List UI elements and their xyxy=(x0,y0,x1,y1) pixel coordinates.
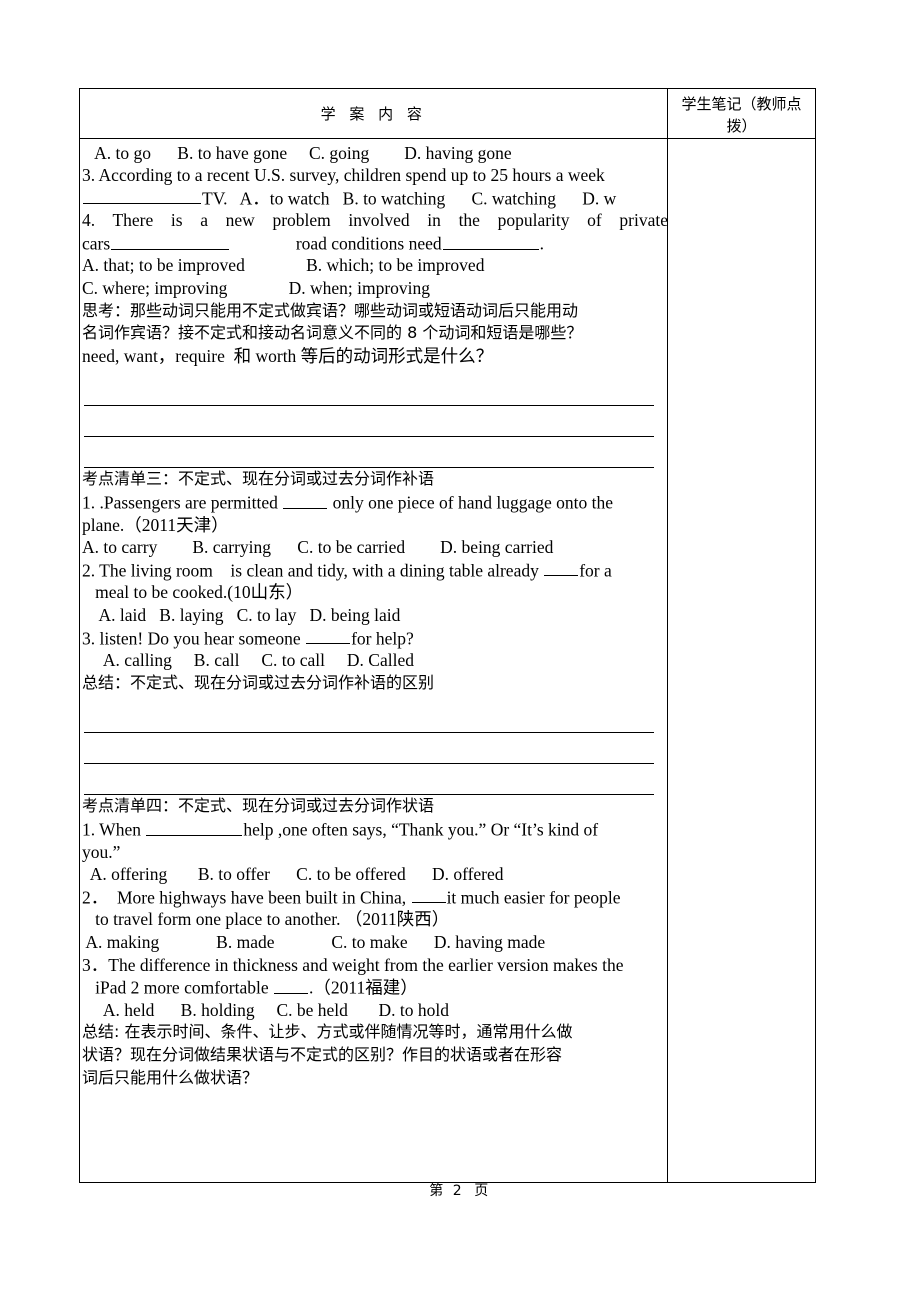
s4-question-2-stem: 2． More highways have been built in Chin… xyxy=(82,886,667,909)
blank-s3-q2[interactable] xyxy=(544,559,579,577)
footer-prefix: 第 xyxy=(429,1183,446,1199)
s4-question-1-options: A. offering B. to offer C. to be offered… xyxy=(82,864,504,885)
s3-answer-rule-3[interactable] xyxy=(84,764,654,796)
s4-q3-text-b: iPad 2 more comfortable xyxy=(82,977,273,998)
s3-question-1-stem: 1. .Passengers are permitted only one pi… xyxy=(82,491,667,514)
question-3-options: TV. A．to watch B. to watching C. watchin… xyxy=(82,187,667,210)
section-4-title: 考点清单四：不定式、现在分词或过去分词作状语 xyxy=(82,796,435,816)
blank-q4-2[interactable] xyxy=(442,232,539,250)
s3-q3-text-a: 3. listen! Do you hear someone xyxy=(82,628,306,649)
think-prompt-line-3: need, want，require 和 worth 等后的动词形式是什么？ xyxy=(82,345,494,366)
s3-question-3-options: A. calling B. call C. to call D. Called xyxy=(82,650,414,671)
s4-question-2-options: A. making B. made C. to make D. having m… xyxy=(82,931,546,952)
s3-question-2-stem: 2. The living room is clean and tidy, wi… xyxy=(82,559,667,582)
blank-s4-q1[interactable] xyxy=(146,818,243,836)
content-cell: A. to go B. to have gone C. going D. hav… xyxy=(79,137,668,1183)
worksheet-page: 学 案 内 容 学生笔记（教师点拨） A. to go B. to have g… xyxy=(0,0,920,1302)
s4-question-1-stem-line2: you.” xyxy=(82,841,121,862)
table-body-row: A. to go B. to have gone C. going D. hav… xyxy=(79,137,816,1183)
header-cell-content: 学 案 内 容 xyxy=(79,88,668,139)
s3-answer-rule-1[interactable] xyxy=(84,702,654,734)
s3-q3-text-b: for help? xyxy=(351,628,414,649)
question-4-options-cd: C. where; improving D. when; improving xyxy=(82,278,431,299)
s4-question-2-stem-line2: to travel form one place to another. （20… xyxy=(82,909,450,930)
s4-q3-text-c: .（2011福建） xyxy=(309,977,418,998)
blank-s3-q3[interactable] xyxy=(306,627,351,645)
blank-q3[interactable] xyxy=(83,187,201,205)
s4-question-3-options: A. held B. holding C. be held D. to hold xyxy=(82,999,450,1020)
q4-text-a: cars xyxy=(82,233,111,254)
page-footer: 第 2 页 xyxy=(0,1180,920,1200)
header-cell-student-notes: 学生笔记（教师点拨） xyxy=(667,88,816,139)
answer-rule-1[interactable] xyxy=(84,375,654,407)
question-3-stem: 3. According to a recent U.S. survey, ch… xyxy=(82,165,605,186)
q4-text-c: . xyxy=(539,233,544,254)
think-prompt-line-2: 名词作宾语？接不定式和接动名词意义不同的 8 个动词和短语是哪些？ xyxy=(82,323,583,343)
answer-rule-3[interactable] xyxy=(84,437,654,469)
s4-question-3-stem: 3．The difference in thickness and weight… xyxy=(82,954,624,975)
s3-q1-text-a: 1. .Passengers are permitted xyxy=(82,492,283,513)
s3-question-3-stem: 3. listen! Do you hear someone for help? xyxy=(82,627,667,650)
think-prompt-line-1: 思考：那些动词只能用不定式做宾语？哪些动词或短语动词后只能用动 xyxy=(82,300,579,320)
student-notes-cell[interactable] xyxy=(667,137,816,1183)
content-inner: A. to go B. to have gone C. going D. hav… xyxy=(82,142,668,1090)
s4-question-1-stem: 1. When help ,one often says, “Thank you… xyxy=(82,818,667,841)
s3-q2-text-b: for a xyxy=(579,560,612,581)
footer-page-number: 2 xyxy=(452,1183,468,1199)
section-4-summary-line-3: 词后只能用什么做状语？ xyxy=(82,1067,259,1087)
section-3-summary: 总结：不定式、现在分词或过去分词作补语的区别 xyxy=(82,672,435,692)
s4-q1-text-b: help ,one often says, “Thank you.” Or “I… xyxy=(243,819,599,840)
blank-s3-q1[interactable] xyxy=(283,491,328,509)
s4-q2-text-b: it much easier for people xyxy=(446,887,621,908)
worksheet-table: 学 案 内 容 学生笔记（教师点拨） A. to go B. to have g… xyxy=(79,88,816,1183)
question-4-options-ab: A. that; to be improved B. which; to be … xyxy=(82,255,485,276)
s3-question-2-options: A. laid B. laying C. to lay D. being lai… xyxy=(82,605,401,625)
q4-text-b: road conditions need xyxy=(295,233,442,254)
blank-s4-q2[interactable] xyxy=(411,886,446,904)
footer-suffix: 页 xyxy=(474,1183,491,1199)
s3-q1-text-b: only one piece of hand luggage onto the xyxy=(328,492,613,513)
s3-question-1-stem-line2: plane.（2011天津） xyxy=(82,514,229,535)
question-4-stem-line2: cars road conditions need. xyxy=(82,232,667,255)
s3-q2-text-a: 2. The living room is clean and tidy, wi… xyxy=(82,560,544,581)
s3-answer-rule-2[interactable] xyxy=(84,733,654,765)
blank-q4-1[interactable] xyxy=(111,232,230,250)
s4-q2-text-a: 2． More highways have been built in Chin… xyxy=(82,887,411,908)
blank-s4-q3[interactable] xyxy=(274,976,308,994)
section-3-title: 考点清单三：不定式、现在分词或过去分词作补语 xyxy=(82,469,435,489)
section-4-summary-line-1: 总结: 在表示时间、条件、让步、方式或伴随情况等时，通常用什么做 xyxy=(82,1022,573,1042)
question-2-options: A. to go B. to have gone C. going D. hav… xyxy=(82,142,512,163)
question-3-options-text: TV. A．to watch B. to watching C. watchin… xyxy=(202,188,617,209)
s3-question-2-stem-line2: meal to be cooked.(10山东） xyxy=(82,582,304,603)
question-4-stem: 4. There is a new problem involved in th… xyxy=(82,210,668,231)
table-header-row: 学 案 内 容 学生笔记（教师点拨） xyxy=(79,88,816,139)
s4-question-3-stem-line2: iPad 2 more comfortable .（2011福建） xyxy=(82,976,667,999)
answer-rule-2[interactable] xyxy=(84,406,654,438)
section-4-summary-line-2: 状语？现在分词做结果状语与不定式的区别？作目的状语或者在形容 xyxy=(82,1044,563,1064)
s3-question-1-options: A. to carry B. carrying C. to be carried… xyxy=(82,537,554,558)
s4-q1-text-a: 1. When xyxy=(82,819,146,840)
